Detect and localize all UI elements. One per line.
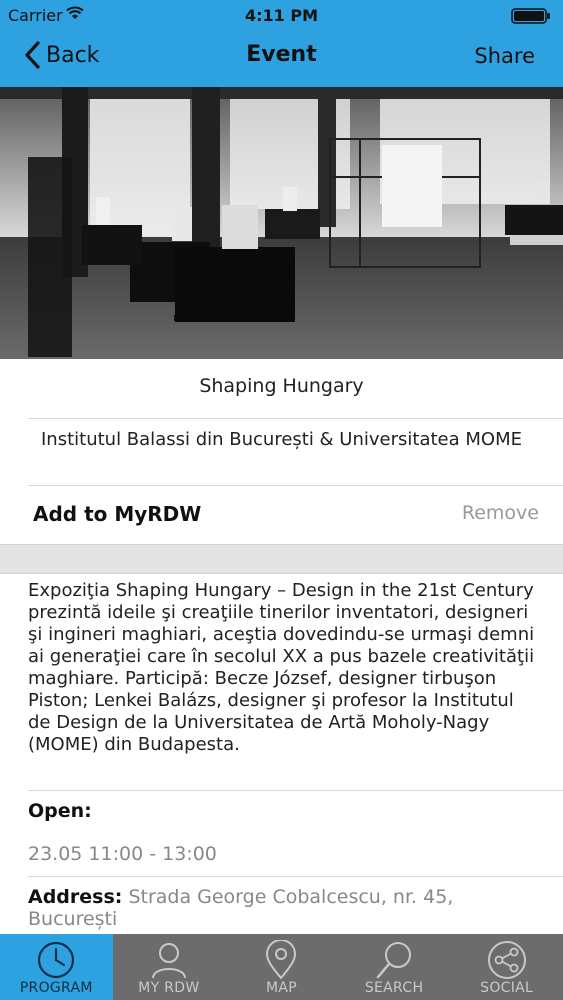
event-title: Shaping Hungary: [199, 375, 364, 397]
gallery-photo-illustration: [0, 87, 563, 359]
add-to-myrdw-label: Add to MyRDW: [33, 502, 202, 526]
map-pin-icon: [266, 940, 297, 980]
clock-icon: [38, 941, 75, 979]
divider: [28, 876, 563, 877]
address-label: Address:: [28, 886, 123, 908]
person-icon: [151, 943, 186, 979]
tab-label: SOCIAL: [480, 980, 534, 996]
event-photo: [0, 87, 563, 359]
open-time: 23.05 11:00 - 13:00: [28, 843, 217, 865]
divider: [28, 790, 563, 791]
tab-label: SEARCH: [364, 980, 424, 996]
tab-my-rdw[interactable]: MY RDW: [113, 934, 226, 1000]
tab-label: MY RDW: [138, 980, 200, 996]
battery-icon: [511, 8, 550, 24]
section-separator: [0, 544, 563, 574]
remove-button[interactable]: Remove: [462, 502, 539, 524]
status-time: 4:11 PM: [244, 6, 318, 25]
top-bar: Carrier 4:11 PM Back Event Share: [0, 0, 563, 87]
open-label: Open:: [28, 800, 92, 822]
event-description: Expoziţia Shaping Hungary – Design in th…: [28, 580, 535, 755]
address-block: Address: Strada George Cobalcescu, nr. 4…: [0, 886, 563, 934]
status-bar: Carrier 4:11 PM: [0, 0, 563, 30]
share-button[interactable]: Share: [474, 44, 535, 68]
magnifier-icon: [376, 942, 412, 979]
share-network-icon: [487, 941, 526, 979]
tab-search[interactable]: SEARCH: [338, 934, 451, 1000]
tab-label: MAP: [265, 980, 297, 996]
tab-label: PROGRAM: [19, 980, 93, 996]
my-rdw-row: Add to MyRDW Remove: [0, 486, 563, 544]
tab-bar: PROGRAM MY RDW MAP SEARCH SOCIAL: [0, 934, 563, 1000]
tab-social[interactable]: SOCIAL: [450, 934, 563, 1000]
tab-program[interactable]: PROGRAM: [0, 934, 113, 1000]
tab-map[interactable]: MAP: [225, 934, 338, 1000]
event-organizer: Institutul Balassi din București & Unive…: [41, 429, 522, 450]
navigation-bar: Back Event Share: [0, 30, 563, 87]
